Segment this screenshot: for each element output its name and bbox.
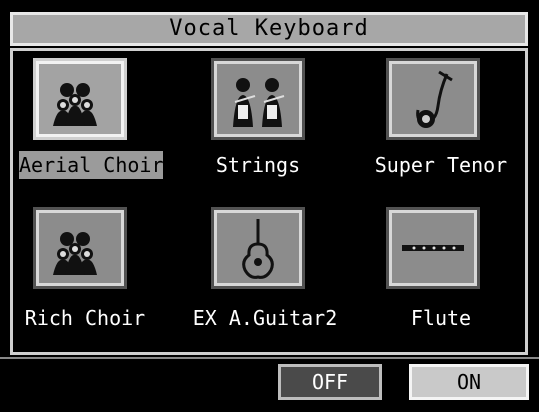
instrument-tile-flute[interactable] (386, 207, 480, 289)
instrument-label-strings: Strings (215, 153, 301, 177)
flute-icon (402, 245, 464, 251)
on-button[interactable]: ON (409, 364, 529, 400)
choir-icon (53, 232, 97, 275)
instrument-tile-rich-choir[interactable] (33, 207, 127, 289)
strings-players-icon (233, 78, 285, 127)
choir-icon (53, 83, 97, 126)
instrument-tile-strings[interactable] (211, 58, 305, 140)
acoustic-guitar-icon (242, 219, 274, 279)
instrument-label-super-tenor: Super Tenor (374, 153, 508, 177)
screen-title: Vocal Keyboard (10, 12, 528, 46)
vocal-keyboard-screen: Vocal Keyboard Aerial Choir Strings Supe… (0, 0, 539, 412)
instrument-label-aerial-choir: Aerial Choir (19, 151, 164, 179)
off-button[interactable]: OFF (278, 364, 382, 400)
saxophone-icon (416, 70, 453, 128)
instrument-label-rich-choir: Rich Choir (24, 306, 146, 330)
instrument-tile-ex-a-guitar2[interactable] (211, 207, 305, 289)
instrument-tile-aerial-choir[interactable] (33, 58, 127, 140)
instrument-label-ex-a-guitar2: EX A.Guitar2 (192, 306, 338, 330)
instrument-label-flute: Flute (410, 306, 472, 330)
instrument-tile-super-tenor[interactable] (386, 58, 480, 140)
